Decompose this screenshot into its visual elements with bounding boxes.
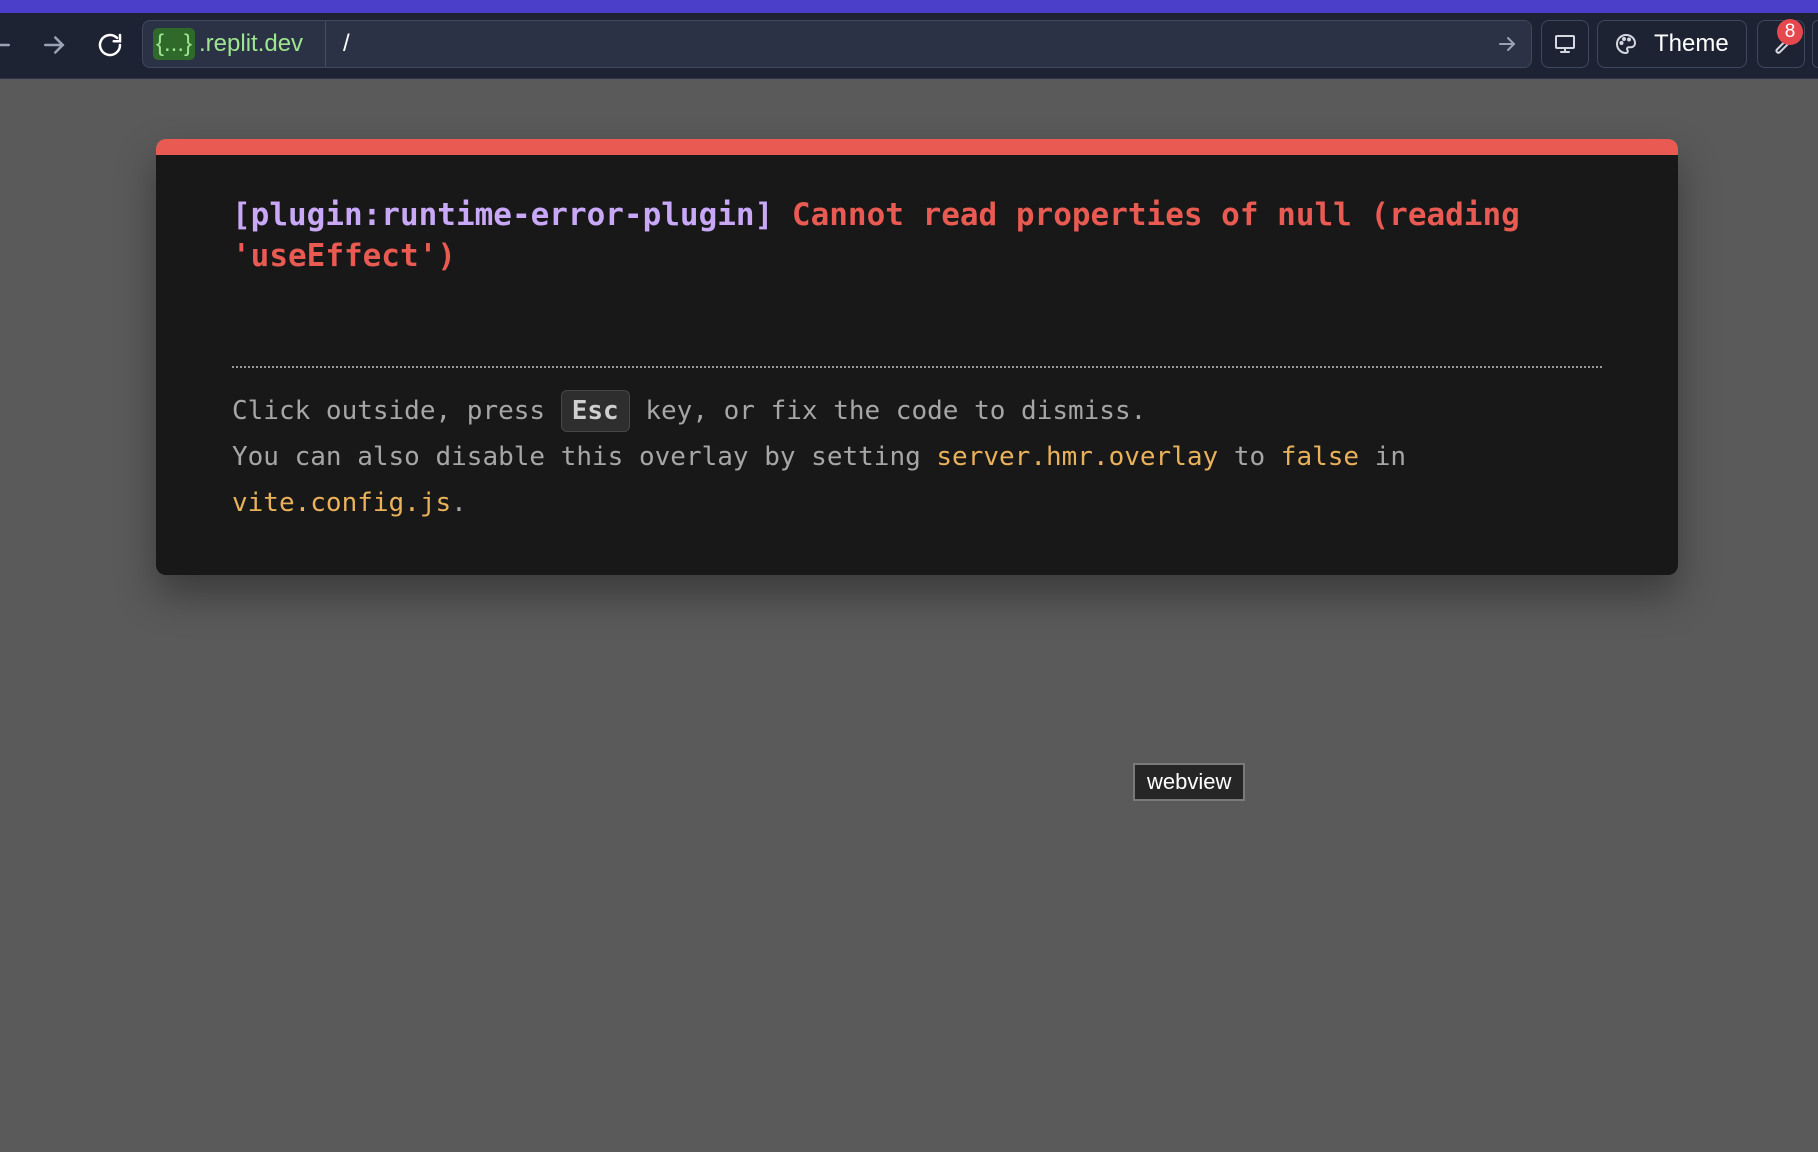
config-key: server.hmr.overlay bbox=[936, 442, 1219, 472]
webview-tooltip: webview bbox=[1133, 763, 1246, 801]
back-icon[interactable] bbox=[0, 27, 18, 63]
notification-badge: 8 bbox=[1777, 19, 1803, 45]
tip-text: to bbox=[1218, 442, 1281, 472]
forward-icon[interactable] bbox=[36, 27, 72, 63]
overflow-button[interactable] bbox=[1812, 20, 1818, 68]
error-message: [plugin:runtime-error-plugin] Cannot rea… bbox=[232, 195, 1612, 277]
url-path[interactable]: / bbox=[343, 28, 350, 60]
theme-label: Theme bbox=[1654, 30, 1729, 57]
tip-text: . bbox=[451, 488, 467, 518]
error-overlay: [plugin:runtime-error-plugin] Cannot rea… bbox=[156, 139, 1678, 575]
tip-text: in bbox=[1359, 442, 1407, 472]
config-file: vite.config.js bbox=[232, 488, 452, 518]
monitor-icon bbox=[1553, 32, 1577, 61]
address-bar[interactable]: {...} .replit.dev / bbox=[142, 20, 1532, 68]
url-badge: {...} bbox=[153, 28, 196, 60]
divider bbox=[232, 366, 1602, 368]
go-arrow-icon[interactable] bbox=[1495, 32, 1519, 56]
tip-text: Click outside, press bbox=[232, 396, 561, 426]
plugin-name: [plugin:runtime-error-plugin] bbox=[232, 197, 774, 233]
browser-toolbar: {...} .replit.dev / Theme 8 bbox=[0, 13, 1818, 79]
palette-icon bbox=[1614, 32, 1638, 61]
url-separator bbox=[325, 21, 326, 67]
reload-icon[interactable] bbox=[92, 27, 128, 63]
dismiss-tip: Click outside, press Esc key, or fix the… bbox=[232, 388, 1612, 526]
theme-button[interactable]: Theme bbox=[1597, 20, 1747, 68]
url-domain: .replit.dev bbox=[199, 30, 304, 57]
device-preview-button[interactable] bbox=[1541, 20, 1589, 68]
top-accent-strip bbox=[0, 0, 1818, 13]
config-value: false bbox=[1280, 442, 1360, 472]
esc-key: Esc bbox=[560, 390, 630, 432]
tip-text: You can also disable this overlay by set… bbox=[232, 442, 937, 472]
tip-text: key, or fix the code to dismiss. bbox=[629, 396, 1147, 426]
